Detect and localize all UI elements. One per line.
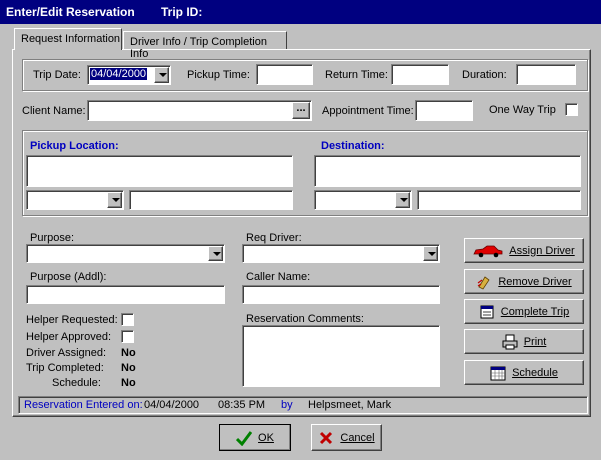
purpose-label: Purpose: — [30, 232, 75, 244]
red-x-icon — [320, 431, 333, 444]
trip-date-label: Trip Date: — [33, 69, 81, 81]
calendar-page-icon — [480, 305, 494, 318]
purpose-addl-label: Purpose (Addl): — [30, 271, 107, 283]
reservation-comments-field[interactable] — [242, 325, 440, 387]
trip-date-value: 04/04/2000 — [90, 68, 148, 80]
entered-time: 08:35 PM — [218, 399, 266, 411]
req-driver-combo[interactable] — [242, 244, 440, 263]
tab-request-information[interactable]: Request Information — [14, 28, 122, 50]
chevron-down-icon[interactable] — [107, 192, 122, 208]
complete-trip-button[interactable]: Complete Trip — [464, 299, 584, 324]
schedule-button[interactable]: Schedule — [464, 360, 584, 385]
driver-assigned-label: Driver Assigned: — [26, 347, 107, 359]
return-time-label: Return Time: — [325, 69, 388, 81]
chevron-down-icon[interactable] — [423, 246, 438, 261]
printer-icon — [502, 334, 518, 349]
helper-requested-label: Helper Requested: — [26, 314, 118, 326]
title-bar[interactable]: Enter/Edit Reservation Trip ID: — [0, 0, 601, 24]
return-time-field[interactable] — [391, 64, 449, 85]
assign-driver-button[interactable]: Assign Driver — [464, 238, 584, 263]
destination-zip-field[interactable] — [417, 190, 581, 210]
print-button[interactable]: Print — [464, 329, 584, 354]
one-way-trip-checkbox[interactable] — [565, 103, 578, 116]
entered-by-label: by — [281, 399, 293, 411]
tab-label: Request Information — [21, 33, 121, 45]
pickup-location-label: Pickup Location: — [30, 140, 119, 152]
entered-on-label: Reservation Entered on: — [24, 399, 143, 411]
chevron-down-icon[interactable] — [395, 192, 410, 208]
complete-trip-label: Complete Trip — [500, 305, 570, 318]
destination-city-combo[interactable] — [314, 190, 412, 210]
trip-completed-label: Trip Completed: — [26, 362, 104, 374]
appointment-time-field[interactable] — [415, 100, 473, 121]
trip-date-combo[interactable]: 04/04/2000 — [87, 65, 171, 85]
destination-label: Destination: — [321, 140, 385, 152]
pickup-time-field[interactable] — [256, 64, 313, 85]
client-name-label: Client Name: — [22, 105, 86, 117]
pickup-time-label: Pickup Time: — [187, 69, 250, 81]
destination-field[interactable] — [314, 155, 581, 187]
pickup-city-combo[interactable] — [26, 190, 124, 210]
red-car-icon — [473, 245, 503, 257]
schedule-action-label: Schedule — [512, 366, 558, 379]
client-name-field[interactable]: ... — [87, 100, 312, 121]
status-bar: Reservation Entered on: 04/04/2000 08:35… — [18, 396, 588, 414]
calendar-grid-icon — [490, 366, 506, 380]
ok-button[interactable]: OK — [219, 424, 291, 451]
window-title: Enter/Edit Reservation — [6, 5, 135, 19]
tab-driver-info[interactable]: Driver Info / Trip Completion Info — [123, 31, 287, 60]
trip-id-label: Trip ID: — [161, 5, 203, 19]
ellipsis-icon: ... — [296, 102, 306, 114]
caller-name-field[interactable] — [242, 285, 440, 304]
caller-name-label: Caller Name: — [246, 271, 311, 283]
pickup-location-field[interactable] — [26, 155, 293, 187]
reservation-comments-label: Reservation Comments: — [246, 313, 364, 325]
schedule-label: Schedule: — [52, 377, 101, 389]
ok-label: OK — [258, 431, 274, 444]
purpose-addl-field[interactable] — [26, 285, 225, 304]
remove-driver-label: Remove Driver — [498, 275, 572, 288]
cancel-label: Cancel — [340, 431, 375, 444]
duration-field[interactable] — [516, 64, 576, 85]
helper-approved-checkbox[interactable] — [121, 330, 134, 343]
green-check-icon — [236, 430, 253, 446]
pickup-zip-field[interactable] — [129, 190, 293, 210]
remove-driver-button[interactable]: Remove Driver — [464, 269, 584, 294]
helper-requested-checkbox[interactable] — [121, 313, 134, 326]
duration-label: Duration: — [462, 69, 507, 81]
one-way-trip-label: One Way Trip — [489, 104, 556, 116]
entered-by-user: Helpsmeet, Mark — [308, 399, 392, 411]
req-driver-label: Req Driver: — [246, 232, 302, 244]
schedule-value: No — [121, 377, 136, 389]
entered-date: 04/04/2000 — [144, 399, 200, 411]
client-lookup-button[interactable]: ... — [292, 102, 310, 119]
chevron-down-icon[interactable] — [208, 246, 223, 261]
helper-approved-label: Helper Approved: — [26, 331, 111, 343]
chevron-down-icon[interactable] — [154, 67, 169, 83]
trip-completed-value: No — [121, 362, 136, 374]
purpose-combo[interactable] — [26, 244, 225, 263]
print-label: Print — [523, 335, 547, 348]
appointment-time-label: Appointment Time: — [322, 105, 414, 117]
cancel-button[interactable]: Cancel — [311, 424, 382, 451]
driver-assigned-value: No — [121, 347, 136, 359]
eraser-icon — [477, 275, 490, 290]
assign-driver-label: Assign Driver — [509, 244, 575, 257]
